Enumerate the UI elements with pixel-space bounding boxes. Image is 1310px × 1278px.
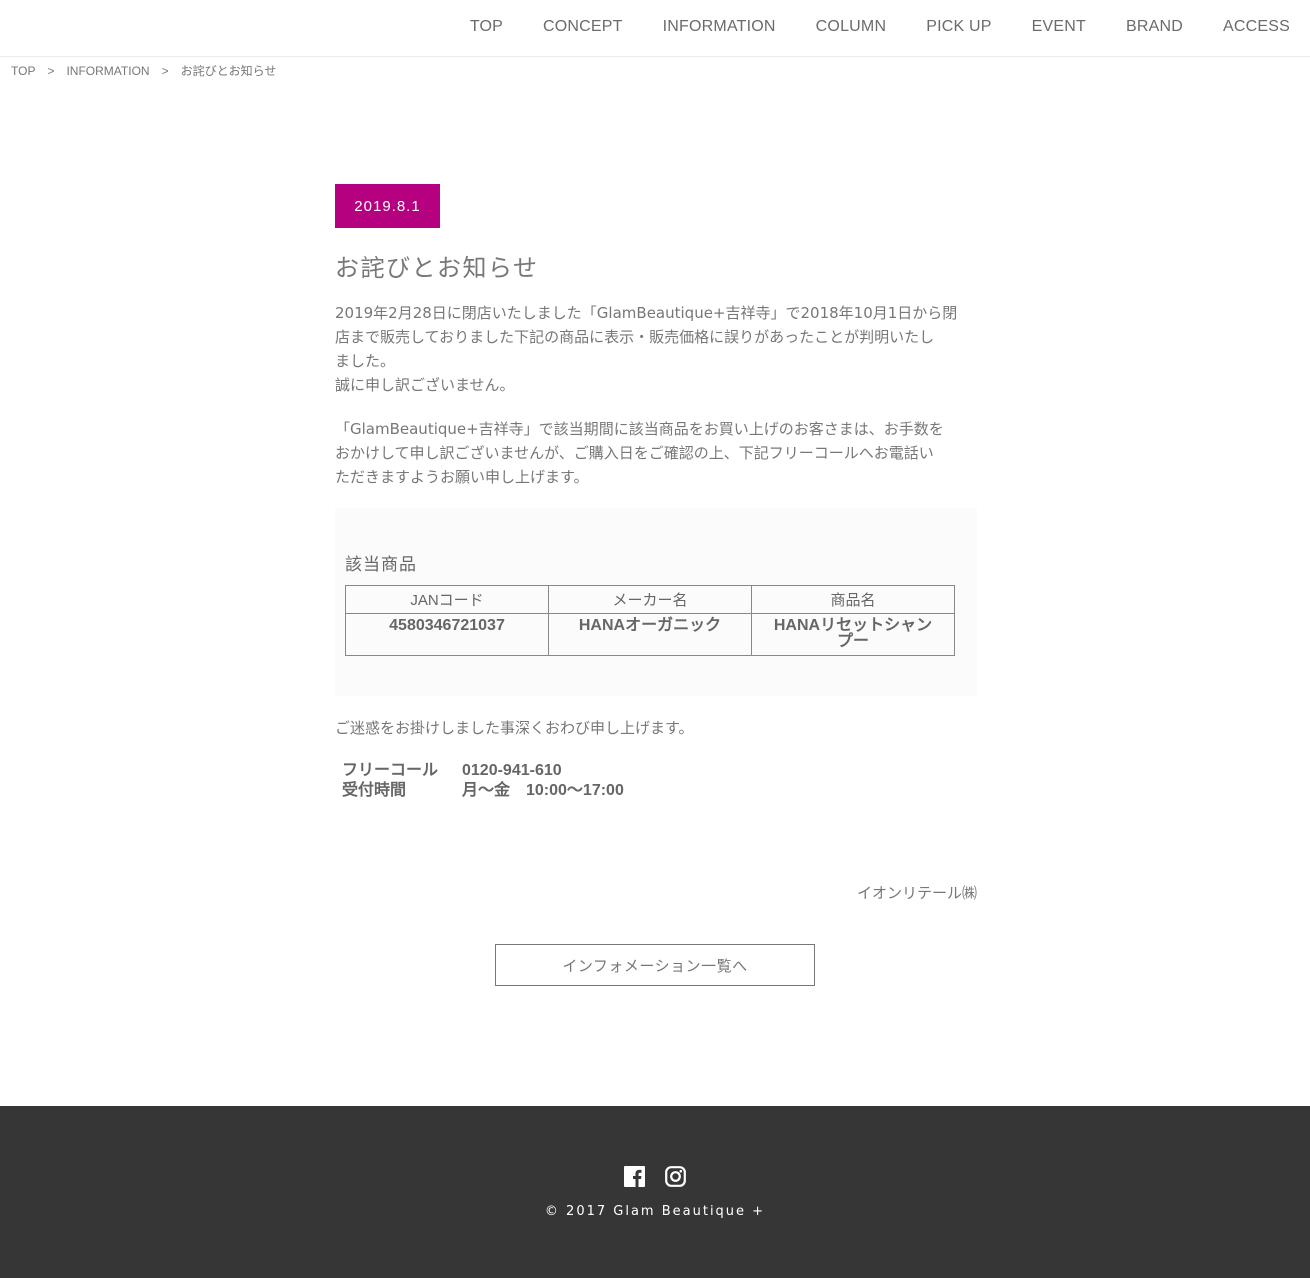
breadcrumb-information[interactable]: INFORMATION [66,64,149,78]
column-header-product: 商品名 [751,585,955,614]
nav-column[interactable]: COLUMN [816,18,887,36]
page-title: お詫びとお知らせ [335,254,539,282]
hours-row: 受付時間 月〜金 10:00〜17:00 [342,781,624,801]
nav-event[interactable]: EVENT [1032,18,1086,36]
instagram-icon[interactable] [665,1166,686,1187]
hours-label: 受付時間 [342,782,407,799]
cell-product-name: HANAリセットシャン プー [751,613,955,656]
text-line: ました。 [335,352,396,370]
site-header: TOP CONCEPT INFORMATION COLUMN PICK UP E… [0,0,1310,57]
column-header-jan: JANコード [345,585,549,614]
date-badge: 2019.8.1 [335,184,440,228]
facebook-icon[interactable] [624,1166,645,1187]
copyright: © 2017 Glam Beautique + [544,1204,766,1219]
nav-top[interactable]: TOP [470,18,503,36]
social-links [624,1166,686,1187]
apology-text: ご迷惑をお掛けしました事深くおわび申し上げます。 [335,719,694,737]
text-line: 誠に申し訳ございません。 [335,376,515,394]
table-header-row: JANコード メーカー名 商品名 [345,585,955,614]
products-table: JANコード メーカー名 商品名 4580346721037 HANAオーガニッ… [345,585,955,656]
nav-brand[interactable]: BRAND [1126,18,1183,36]
back-to-information-list-button[interactable]: インフォメーション一覧へ [495,944,815,986]
breadcrumb-separator: > [47,63,55,78]
product-name-line: HANAリセットシャン [773,617,933,634]
text-line: ただきますようお願い申し上げます。 [335,468,589,486]
cell-jan-code: 4580346721037 [345,613,549,656]
breadcrumb-separator: > [161,63,169,78]
nav-pick-up[interactable]: PICK UP [926,18,991,36]
site-footer: © 2017 Glam Beautique + [0,1106,1310,1278]
freecall-row: フリーコール 0120-941-610 [342,761,624,781]
text-line: 「GlamBeautique+吉祥寺」で該当期間に該当商品をお買い上げのお客さま… [335,420,944,438]
hours-value: 月〜金 10:00〜17:00 [462,782,624,799]
nav-access[interactable]: ACCESS [1223,18,1290,36]
products-heading: 該当商品 [345,555,417,575]
notice-paragraph-2: 「GlamBeautique+吉祥寺」で該当期間に該当商品をお買い上げのお客さま… [335,417,977,489]
text-line: おかけして申し訳ございませんが、ご購入日をご確認の上、下記フリーコールへお電話い [335,444,934,462]
product-name-line: プー [836,633,869,650]
text-line: 2019年2月28日に閉店いたしました「GlamBeautique+吉祥寺」で2… [335,304,958,322]
freecall-number: 0120-941-610 [462,762,562,779]
global-nav: TOP CONCEPT INFORMATION COLUMN PICK UP E… [430,18,1290,36]
notice-paragraph-1: 2019年2月28日に閉店いたしました「GlamBeautique+吉祥寺」で2… [335,301,977,397]
company-signature: イオンリテール㈱ [856,884,977,902]
nav-concept[interactable]: CONCEPT [543,18,623,36]
breadcrumb: TOP > INFORMATION > お詫びとお知らせ [11,62,276,79]
freecall-label: フリーコール [342,762,439,779]
contact-info: フリーコール 0120-941-610 受付時間 月〜金 10:00〜17:00 [342,761,624,801]
cell-maker: HANAオーガニック [548,613,752,656]
text-line: 店まで販売しておりました下記の商品に表示・販売価格に誤りがあったことが判明いたし [335,328,935,346]
breadcrumb-top[interactable]: TOP [11,64,35,78]
breadcrumb-current: お詫びとお知らせ [180,64,277,78]
affected-products-box: 該当商品 JANコード メーカー名 商品名 4580346721037 HANA… [335,508,977,696]
column-header-maker: メーカー名 [548,585,752,614]
table-row: 4580346721037 HANAオーガニック HANAリセットシャン プー [345,613,955,656]
nav-information[interactable]: INFORMATION [663,18,776,36]
